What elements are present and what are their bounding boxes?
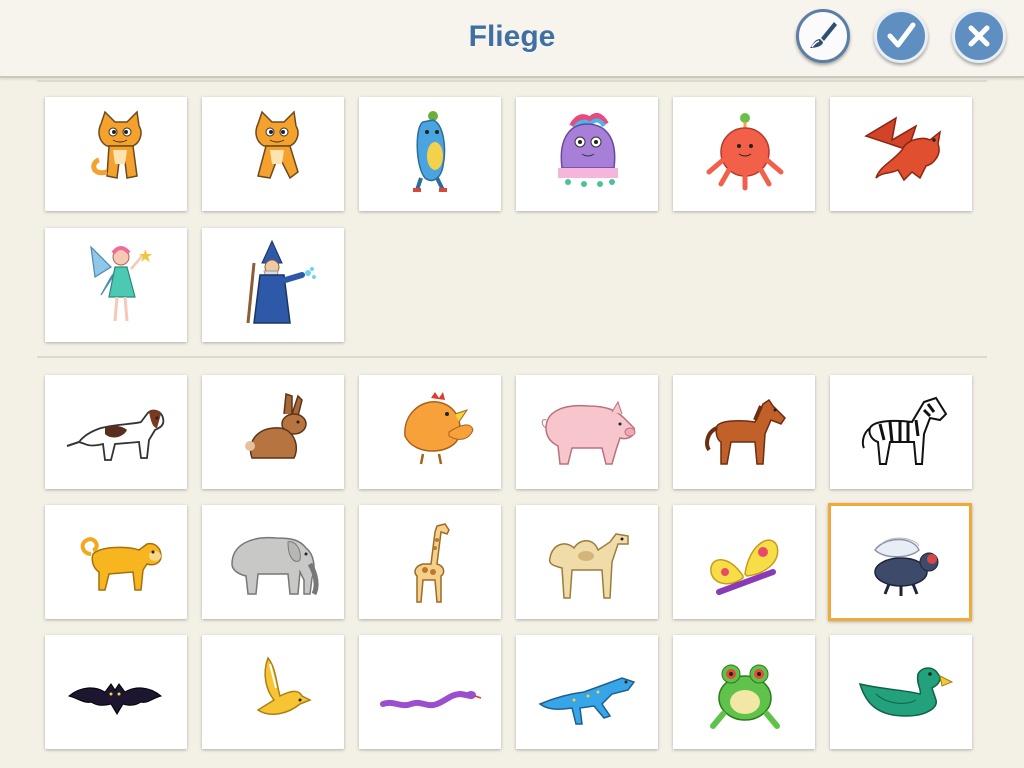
sprite-tile-rabbit[interactable]	[202, 375, 344, 489]
snake-icon	[380, 690, 482, 709]
sprite-tile-lizard[interactable]	[516, 635, 658, 749]
sprite-tile-wizard[interactable]	[202, 228, 344, 342]
checkmark-icon	[887, 22, 916, 48]
sprite-tile-horse[interactable]	[673, 375, 815, 489]
sprite-tile-monkey[interactable]	[45, 505, 187, 619]
top-separator	[37, 80, 987, 82]
zebra-icon	[861, 396, 948, 465]
creature-icon	[413, 111, 447, 192]
sprite-tile-butterfly[interactable]	[673, 505, 815, 619]
close-icon	[968, 25, 990, 47]
sprite-tile-pig[interactable]	[516, 375, 658, 489]
sprite-tile-purple-monster[interactable]	[516, 97, 658, 211]
section-separator	[37, 356, 987, 358]
paintbrush-icon	[810, 22, 837, 48]
wizard-icon	[246, 239, 316, 324]
page-title: Fliege	[468, 20, 556, 53]
sprite-tile-cat[interactable]	[45, 97, 187, 211]
sprite-tile-zebra[interactable]	[830, 375, 972, 489]
fly-icon	[874, 537, 939, 596]
sprite-tile-camel[interactable]	[516, 505, 658, 619]
sprite-tile-duck[interactable]	[830, 635, 972, 749]
fairy-icon	[90, 245, 152, 322]
cat-icon	[91, 110, 142, 179]
elephant-icon	[231, 536, 319, 596]
butterfly-icon	[710, 539, 779, 595]
sprite-tile-giraffe[interactable]	[359, 505, 501, 619]
header-bar: Fliege	[0, 0, 1024, 78]
confirm-button[interactable]	[874, 9, 928, 63]
sprite-tile-bat[interactable]	[45, 635, 187, 749]
lizard-icon	[538, 677, 636, 725]
sprite-tile-bird[interactable]	[202, 635, 344, 749]
sprite-tile-red-octopus[interactable]	[673, 97, 815, 211]
pig-icon	[541, 400, 636, 465]
cat-icon	[255, 110, 299, 180]
paint-editor-button[interactable]	[796, 9, 850, 63]
sprite-tile-blue-creature[interactable]	[359, 97, 501, 211]
sprite-tile-elephant[interactable]	[202, 505, 344, 619]
sprite-tile-fly[interactable]	[828, 503, 972, 621]
monster-icon	[558, 112, 618, 187]
monkey-icon	[80, 537, 162, 591]
sprite-tile-cat-walking[interactable]	[202, 97, 344, 211]
dog-icon	[66, 409, 165, 461]
dragon-icon	[864, 116, 942, 182]
cancel-button[interactable]	[952, 9, 1006, 63]
horse-icon	[705, 398, 786, 465]
sprite-tile-snake[interactable]	[359, 635, 501, 749]
sprite-tile-frog[interactable]	[673, 635, 815, 749]
bird-icon	[256, 656, 312, 716]
sprite-tile-chicken[interactable]	[359, 375, 501, 489]
sprite-tile-fairy[interactable]	[45, 228, 187, 342]
giraffe-icon	[414, 523, 450, 603]
frog-icon	[710, 664, 780, 729]
rabbit-icon	[245, 392, 307, 459]
camel-icon	[548, 533, 629, 599]
sprite-tile-dragon[interactable]	[830, 97, 972, 211]
sprite-tile-dog[interactable]	[45, 375, 187, 489]
duck-icon	[858, 667, 954, 717]
octopus-icon	[706, 113, 784, 191]
chicken-icon	[404, 392, 474, 465]
bat-icon	[67, 683, 163, 715]
